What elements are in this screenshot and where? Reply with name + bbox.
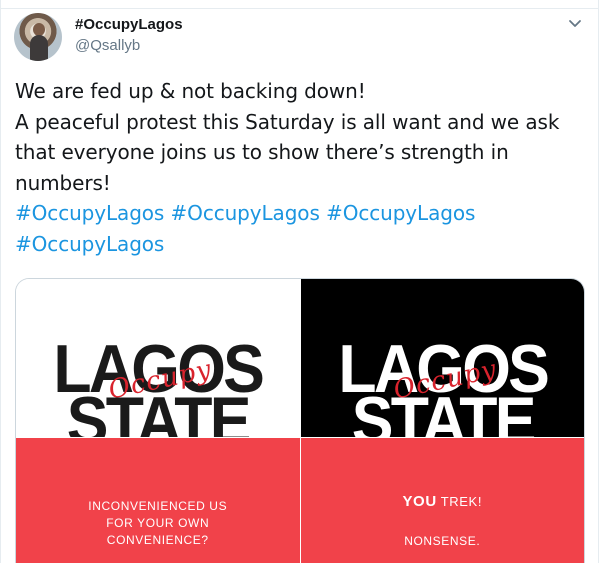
hashtag-line: #OccupyLagos #OccupyLagos #OccupyLagos — [15, 198, 585, 229]
image-caption-bottom: NONSENSE. — [404, 534, 481, 548]
image-caption: INCONVENIENCED US FOR YOUR OWN CONVENIEN… — [16, 498, 300, 549]
user-handle[interactable]: @Qsallyb — [75, 37, 140, 54]
hashtag-link[interactable]: #OccupyLagos — [171, 201, 320, 225]
media-image-right[interactable]: LAGOS STATE Occupy YOU TREK! NONSENSE. — [300, 279, 585, 563]
caption-trek: TREK! — [436, 494, 483, 509]
hashtag-line: #OccupyLagos — [15, 229, 585, 260]
caption-you: YOU — [402, 493, 437, 510]
tweet-media[interactable]: LAGOS STATE Occupy INCONVENIENCED US FOR… — [15, 278, 585, 563]
hashtag-link[interactable]: #OccupyLagos — [15, 201, 164, 225]
caption-line: FOR YOUR OWN — [106, 516, 210, 530]
tweet-line: A peaceful protest this Saturday is all … — [15, 109, 560, 134]
tweet-text: We are fed up & not backing down! A peac… — [15, 76, 585, 259]
avatar-figure — [30, 35, 48, 61]
image-divider — [16, 437, 300, 438]
tweet-card: #OccupyLagos @Qsallyb We are fed up & no… — [0, 0, 599, 563]
tweet-line: numbers! — [15, 170, 111, 195]
caption-line: INCONVENIENCED US — [88, 499, 228, 513]
media-image-left[interactable]: LAGOS STATE Occupy INCONVENIENCED US FOR… — [16, 279, 301, 563]
hashtag-link[interactable]: #OccupyLagos — [326, 201, 475, 225]
chevron-down-icon[interactable] — [565, 14, 585, 34]
tweet-line: We are fed up & not backing down! — [15, 79, 366, 103]
previous-tweet-edge — [1, 0, 598, 9]
avatar[interactable] — [14, 13, 62, 61]
tweet-line: that everyone joins us to show there’s s… — [15, 140, 509, 164]
caption-line: CONVENIENCE? — [106, 533, 209, 547]
image-divider — [300, 437, 584, 438]
image-caption-top: YOU TREK! — [301, 493, 585, 510]
hashtag-link[interactable]: #OccupyLagos — [15, 232, 164, 256]
display-name[interactable]: #OccupyLagos — [75, 16, 183, 33]
